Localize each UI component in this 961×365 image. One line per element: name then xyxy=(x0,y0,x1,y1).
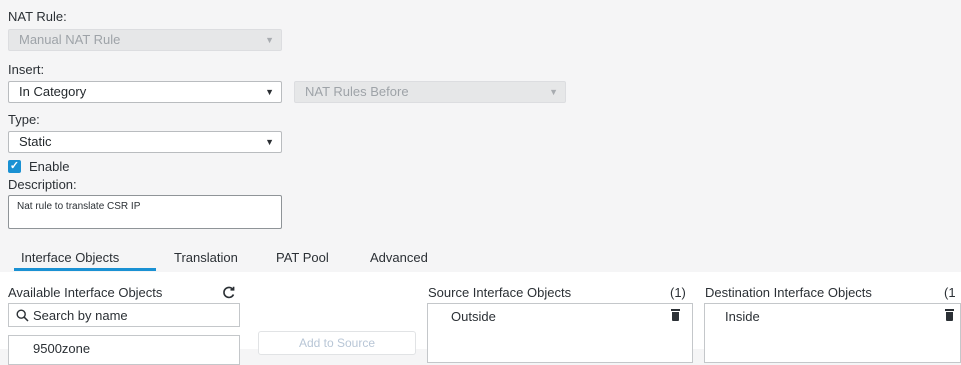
enable-label: Enable xyxy=(29,159,70,174)
nat-rule-select: Manual NAT Rule ▼ xyxy=(8,29,282,51)
description-field[interactable]: Nat rule to translate CSR IP xyxy=(8,195,282,229)
type-label: Type: xyxy=(8,112,40,127)
source-objects-count: (1) xyxy=(670,285,686,300)
tab-interface-objects[interactable]: Interface Objects xyxy=(21,250,119,265)
insert-value: In Category xyxy=(19,84,87,99)
nat-rule-value: Manual NAT Rule xyxy=(19,32,121,47)
available-objects-list: 9500zone xyxy=(8,335,240,365)
insert-select[interactable]: In Category ▼ xyxy=(8,81,282,103)
search-placeholder: Search by name xyxy=(33,308,128,323)
destination-objects-header: Destination Interface Objects xyxy=(705,285,872,300)
insert-position-select: NAT Rules Before ▼ xyxy=(294,81,566,103)
refresh-icon[interactable] xyxy=(222,285,236,299)
source-objects-header: Source Interface Objects xyxy=(428,285,572,300)
destination-objects-list: Inside xyxy=(704,303,961,363)
tab-pat-pool[interactable]: PAT Pool xyxy=(276,250,329,265)
add-to-source-button[interactable]: Add to Source xyxy=(258,331,416,355)
nat-rule-label: NAT Rule: xyxy=(8,9,67,24)
destination-objects-count: (1 xyxy=(944,285,956,300)
search-icon xyxy=(16,309,29,322)
description-label: Description: xyxy=(8,177,77,192)
caret-down-icon: ▼ xyxy=(265,87,274,97)
source-objects-list: Outside xyxy=(427,303,693,363)
tab-translation[interactable]: Translation xyxy=(174,250,238,265)
tab-bar: Interface Objects Translation PAT Pool A… xyxy=(0,246,961,272)
available-objects-header: Available Interface Objects xyxy=(8,285,163,300)
caret-down-icon: ▼ xyxy=(549,87,558,97)
list-item[interactable]: Inside xyxy=(725,309,760,324)
description-value: Nat rule to translate CSR IP xyxy=(17,201,141,212)
insert-position-value: NAT Rules Before xyxy=(305,84,409,99)
enable-checkbox[interactable]: ✓ xyxy=(8,160,21,173)
caret-down-icon: ▼ xyxy=(265,137,274,147)
list-item[interactable]: Outside xyxy=(451,309,496,324)
insert-label: Insert: xyxy=(8,62,45,77)
trash-icon[interactable] xyxy=(945,309,954,321)
type-value: Static xyxy=(19,134,52,149)
tab-advanced[interactable]: Advanced xyxy=(370,250,428,265)
search-input[interactable]: Search by name xyxy=(8,303,240,327)
caret-down-icon: ▼ xyxy=(265,35,274,45)
type-select[interactable]: Static ▼ xyxy=(8,131,282,153)
trash-icon[interactable] xyxy=(671,309,680,321)
active-tab-indicator xyxy=(14,268,156,271)
